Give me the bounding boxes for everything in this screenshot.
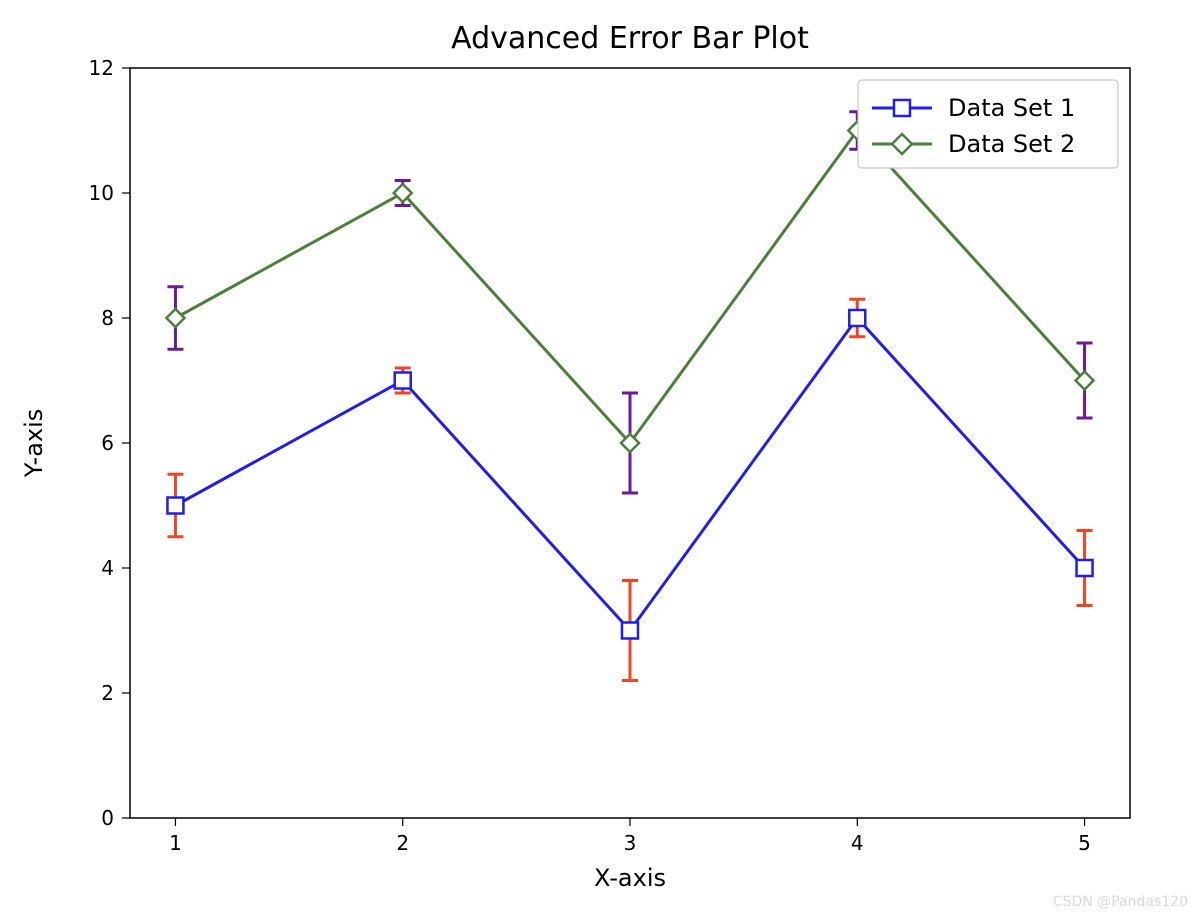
y-tick-label: 8: [101, 306, 114, 330]
x-tick-label: 3: [624, 831, 637, 855]
watermark: CSDN @Pandas120: [1053, 894, 1188, 910]
legend-label: Data Set 2: [948, 130, 1075, 158]
y-tick-label: 4: [101, 556, 114, 580]
x-axis-label: X-axis: [594, 864, 666, 892]
y-axis-label: Y-axis: [20, 409, 48, 479]
marker-square: [167, 498, 183, 514]
marker-square: [849, 310, 865, 326]
legend: Data Set 1 Data Set 2: [858, 80, 1118, 168]
marker-square: [622, 623, 638, 639]
y-tick-label: 10: [89, 181, 114, 205]
y-tick-label: 2: [101, 681, 114, 705]
series-1: [166, 112, 1093, 493]
x-tick-label: 4: [851, 831, 864, 855]
x-tick-label: 5: [1078, 831, 1091, 855]
chart-title: Advanced Error Bar Plot: [451, 21, 809, 56]
y-tick-label: 6: [101, 431, 114, 455]
y-tick-label: 0: [101, 806, 114, 830]
marker-square: [1077, 560, 1093, 576]
y-tick-label: 12: [89, 56, 114, 80]
marker-diamond: [166, 309, 184, 327]
x-tick-label: 2: [396, 831, 409, 855]
legend-label: Data Set 1: [948, 94, 1075, 122]
chart-container: Advanced Error Bar Plot X-axis Y-axis 12…: [0, 0, 1196, 912]
legend-marker: [894, 100, 910, 116]
y-ticks: 0 2 4 6 8 10 12: [89, 56, 130, 830]
marker-square: [395, 373, 411, 389]
chart-svg: Advanced Error Bar Plot X-axis Y-axis 12…: [0, 0, 1196, 912]
x-ticks: 1 2 3 4 5: [169, 818, 1091, 855]
series-group: [166, 112, 1093, 681]
x-tick-label: 1: [169, 831, 182, 855]
